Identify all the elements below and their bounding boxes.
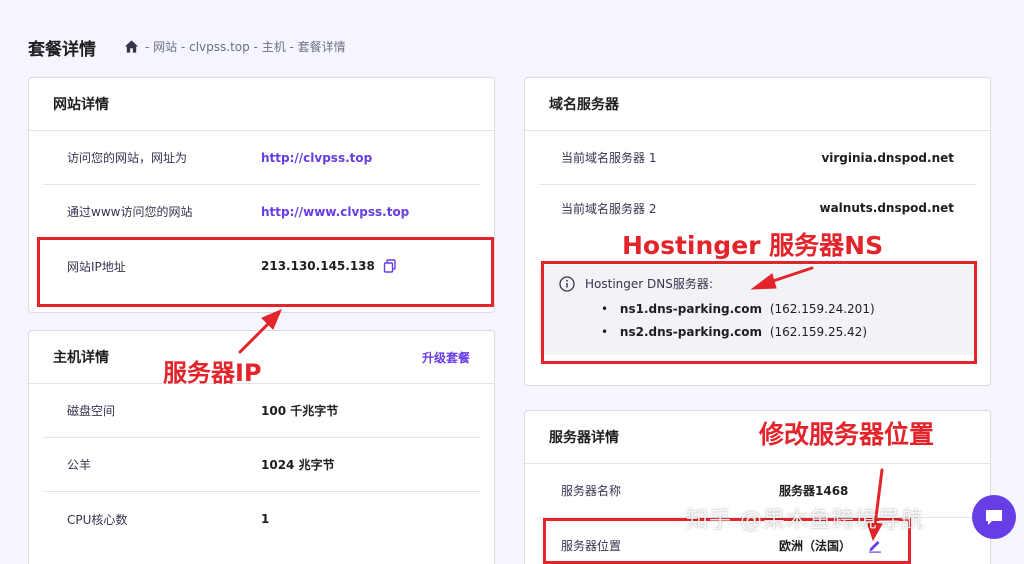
- ram-label: 公羊: [67, 458, 92, 472]
- disk-space-label: 磁盘空间: [67, 404, 116, 418]
- annotation-change-location: 修改服务器位置: [759, 420, 935, 449]
- website-url-label: 访问您的网站，网址为: [67, 151, 188, 165]
- nameserver-2-value: walnuts.dnspod.net: [819, 201, 955, 215]
- nameservers-title: 域名服务器: [549, 97, 619, 113]
- annotation-server-ip: 服务器IP: [163, 359, 262, 387]
- website-ip-row: 网站IP地址 213.130.145.138: [43, 239, 480, 293]
- server-location-label: 服务器位置: [561, 538, 622, 553]
- edit-pencil-icon[interactable]: [867, 537, 883, 553]
- website-details-header: 网站详情: [29, 78, 494, 131]
- server-details-title: 服务器详情: [549, 430, 619, 446]
- disk-space-value: 100 千兆字节: [261, 404, 339, 418]
- dns-ns1-name: ns1.dns-parking.com: [619, 302, 763, 316]
- dns-ns2-name: ns2.dns-parking.com: [619, 325, 763, 339]
- info-icon: [559, 275, 575, 292]
- breadcrumb-trail: - 网站 - clvpss.top - 主机 - 套餐详情: [145, 40, 346, 54]
- website-url-row: 访问您的网站，网址为 http://clvpss.top: [43, 131, 480, 185]
- hostinger-dns-heading: Hostinger DNS服务器:: [585, 277, 713, 291]
- nameserver-2-label: 当前域名服务器 2: [561, 201, 657, 216]
- ram-value: 1024 兆字节: [261, 458, 335, 472]
- list-item: ns2.dns-parking.com (162.159.25.42): [601, 321, 956, 344]
- hostinger-dns-box: Hostinger DNS服务器: ns1.dns-parking.com (1…: [539, 265, 976, 355]
- watermark: 知乎 @果木鱼跨境导航: [686, 508, 924, 533]
- nameserver-2-row: 当前域名服务器 2 walnuts.dnspod.net: [539, 185, 976, 231]
- home-icon[interactable]: [124, 39, 139, 54]
- hostinger-dns-list: ns1.dns-parking.com (162.159.24.201) ns2…: [559, 298, 956, 344]
- copy-icon[interactable]: [383, 259, 397, 273]
- hosting-details-title: 主机详情: [53, 350, 109, 366]
- server-name-label: 服务器名称: [561, 484, 622, 498]
- website-details-card: 网站详情 访问您的网站，网址为 http://clvpss.top 通过www访…: [28, 77, 495, 313]
- website-www-link[interactable]: http://www.clvpss.top: [261, 205, 409, 219]
- website-ip-value: 213.130.145.138: [261, 259, 375, 273]
- website-url-link[interactable]: http://clvpss.top: [261, 151, 372, 165]
- server-name-value: 服务器1468: [779, 484, 849, 498]
- cpu-label: CPU核心数: [67, 512, 128, 527]
- nameservers-header: 域名服务器: [525, 78, 990, 131]
- annotation-hostinger-ns: Hostinger 服务器NS: [622, 231, 884, 260]
- dns-ns1-ip: (162.159.24.201): [769, 302, 875, 316]
- website-ip-label: 网站IP地址: [67, 259, 126, 274]
- chat-icon: [986, 510, 1002, 525]
- cpu-value: 1: [261, 512, 270, 526]
- website-www-row: 通过www访问您的网站 http://www.clvpss.top: [43, 185, 480, 239]
- website-www-label: 通过www访问您的网站: [67, 205, 193, 219]
- chat-support-button[interactable]: [972, 495, 1016, 539]
- nameserver-1-row: 当前域名服务器 1 virginia.dnspod.net: [539, 131, 976, 185]
- nameserver-1-value: virginia.dnspod.net: [821, 150, 954, 165]
- list-item: ns1.dns-parking.com (162.159.24.201): [601, 298, 956, 321]
- breadcrumb: - 网站 - clvpss.top - 主机 - 套餐详情: [124, 38, 346, 55]
- ram-row: 公羊 1024 兆字节: [43, 438, 480, 492]
- page-title: 套餐详情: [28, 40, 96, 60]
- upgrade-plan-link[interactable]: 升级套餐: [422, 349, 470, 366]
- nameserver-1-label: 当前域名服务器 1: [561, 151, 657, 165]
- server-location-value: 欧洲（法国）: [779, 538, 852, 553]
- disk-space-row: 磁盘空间 100 千兆字节: [43, 384, 480, 438]
- website-details-title: 网站详情: [53, 97, 109, 113]
- cpu-row: CPU核心数 1: [43, 492, 480, 546]
- dns-ns2-ip: (162.159.25.42): [769, 325, 867, 339]
